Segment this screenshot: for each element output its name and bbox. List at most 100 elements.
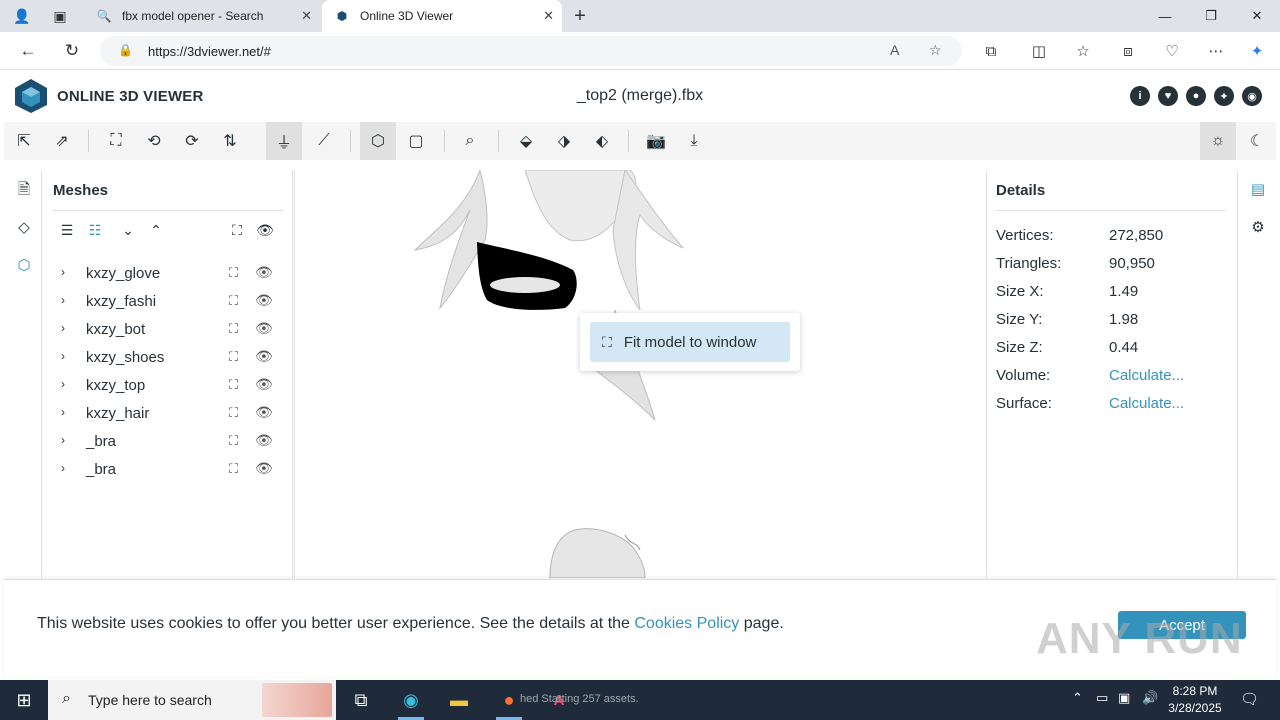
back-icon[interactable]: ← [14, 37, 42, 65]
close-tab-icon[interactable]: ✕ [301, 8, 312, 24]
mesh-item[interactable]: › kxzy_fashi ⛶ 👁 [43, 288, 293, 316]
export-icon[interactable]: ⤓ [678, 125, 710, 157]
notifications-icon[interactable]: 🗨 [1240, 690, 1259, 708]
split-screen-icon[interactable]: ◫ [1026, 38, 1052, 64]
url-field[interactable]: 🔒 https://3dviewer.net/# A ☆ [100, 36, 962, 66]
light-mode-icon[interactable]: ☼ [1200, 122, 1236, 160]
fit-to-window-icon[interactable]: ⛶ [100, 125, 132, 157]
tray-chevron-icon[interactable]: ⌃ [1072, 690, 1083, 706]
details-icon[interactable]: ▤ [1247, 178, 1269, 200]
fit-mesh-icon[interactable]: ⛶ [229, 433, 238, 449]
align-up-icon[interactable]: ⟲ [138, 125, 170, 157]
visibility-eye-icon[interactable]: 👁 [255, 264, 273, 281]
tab-3dviewer[interactable]: ⬢ Online 3D Viewer ✕ [322, 0, 562, 32]
heart-icon[interactable]: ♥ [1158, 86, 1178, 106]
visibility-eye-icon[interactable]: 👁 [255, 432, 273, 449]
extensions-icon[interactable]: ⧉ [978, 38, 1004, 64]
fit-mesh-icon[interactable]: ⛶ [229, 293, 238, 309]
edges-icon[interactable]: ⌕ [454, 125, 486, 157]
tab-actions-icon[interactable]: ▣ [46, 4, 74, 28]
windows-start-icon[interactable]: ⊞ [0, 680, 48, 720]
calculate-volume-link[interactable]: Calculate... [1109, 367, 1184, 384]
tree-view-icon[interactable]: ☷ [85, 220, 105, 240]
tray-device-icon[interactable]: ▭ [1096, 690, 1108, 706]
edge-icon[interactable]: ◉ [388, 680, 434, 720]
browser-essentials-icon[interactable]: ♡ [1159, 38, 1185, 64]
fit-mesh-icon[interactable]: ⛶ [229, 349, 238, 365]
visibility-eye-icon[interactable]: 👁 [255, 404, 273, 421]
chevron-right-icon[interactable]: › [61, 293, 65, 307]
twitter-icon[interactable]: ✦ [1214, 86, 1234, 106]
calculate-surface-link[interactable]: Calculate... [1109, 395, 1184, 412]
mesh-item[interactable]: › kxzy_bot ⛶ 👁 [43, 316, 293, 344]
fit-mesh-icon[interactable]: ⛶ [229, 377, 238, 393]
github-icon[interactable]: ◉ [1242, 86, 1262, 106]
meshes-icon[interactable]: ⬡ [13, 254, 35, 276]
flat-list-icon[interactable]: ☰ [57, 220, 77, 240]
network-icon[interactable]: ▣ [1118, 690, 1130, 706]
fit-mesh-icon[interactable]: ⛶ [229, 405, 238, 421]
visibility-eye-icon[interactable]: 👁 [255, 460, 273, 477]
chevron-right-icon[interactable]: › [61, 349, 65, 363]
open-url-icon[interactable]: ⇗ [46, 125, 78, 157]
profile-icon[interactable]: 👤 [8, 4, 36, 28]
taskbar-clock[interactable]: 8:28 PM 3/28/2025 [1163, 683, 1227, 717]
mesh-item[interactable]: › kxzy_shoes ⛶ 👁 [43, 344, 293, 372]
fixed-up-vector-icon[interactable]: ⏚ [266, 122, 302, 160]
dark-mode-icon[interactable]: ☾ [1241, 125, 1273, 157]
fit-mesh-icon[interactable]: ⛶ [229, 265, 238, 281]
chevron-right-icon[interactable]: › [61, 461, 65, 475]
visibility-eye-icon[interactable]: 👁 [255, 292, 273, 309]
show-all-icon[interactable]: 👁 [255, 220, 275, 240]
chevron-right-icon[interactable]: › [61, 321, 65, 335]
mesh-item[interactable]: › _bra ⛶ 👁 [43, 456, 293, 484]
explode-icon[interactable]: ⬖ [586, 125, 618, 157]
fix-up-icon[interactable]: ⇅ [214, 125, 246, 157]
new-tab-button[interactable]: + [566, 4, 594, 28]
flip-up-icon[interactable]: ⟳ [176, 125, 208, 157]
settings-gear-icon[interactable]: ⚙ [1247, 216, 1269, 238]
snapshot-icon[interactable]: 📷 [640, 125, 672, 157]
favorite-star-icon[interactable]: ☆ [929, 42, 942, 59]
close-tab-icon[interactable]: ✕ [543, 8, 554, 24]
taskbar-search-field[interactable]: ⌕ Type here to search [48, 680, 336, 720]
copilot-icon[interactable]: ✦ [1244, 38, 1270, 64]
chevron-right-icon[interactable]: › [61, 433, 65, 447]
close-window-button[interactable]: ✕ [1234, 0, 1280, 32]
file-explorer-icon[interactable]: ▬ [436, 680, 482, 720]
perspective-camera-icon[interactable]: ⬡ [360, 122, 396, 160]
collections-icon[interactable]: ⧈ [1115, 38, 1141, 64]
files-icon[interactable]: 🗎 [13, 180, 35, 202]
mesh-item[interactable]: › kxzy_top ⛶ 👁 [43, 372, 293, 400]
volume-icon[interactable]: 🔊 [1142, 690, 1158, 706]
model-render[interactable] [295, 170, 984, 578]
chevron-right-icon[interactable]: › [61, 377, 65, 391]
orthographic-camera-icon[interactable]: ▢ [400, 125, 432, 157]
cross-section-icon[interactable]: ⬗ [548, 125, 580, 157]
free-orbit-icon[interactable]: ⟋ [308, 125, 340, 157]
materials-icon[interactable]: ◇ [13, 216, 35, 238]
visibility-eye-icon[interactable]: 👁 [255, 320, 273, 337]
fit-all-icon[interactable]: ⛶ [227, 220, 247, 240]
cookies-policy-link[interactable]: Cookies Policy [634, 615, 739, 632]
visibility-eye-icon[interactable]: 👁 [255, 348, 273, 365]
info-icon[interactable]: i [1130, 86, 1150, 106]
mesh-item[interactable]: › _bra ⛶ 👁 [43, 428, 293, 456]
3d-viewport[interactable]: ⛶ Fit model to window [294, 170, 984, 578]
fit-mesh-icon[interactable]: ⛶ [229, 461, 238, 477]
open-file-icon[interactable]: ⇱ [8, 125, 40, 157]
more-menu-icon[interactable]: ⋯ [1203, 38, 1229, 64]
minimize-button[interactable]: — [1142, 0, 1188, 32]
chevron-right-icon[interactable]: › [61, 265, 65, 279]
measure-icon[interactable]: ⬙ [510, 125, 542, 157]
tab-search[interactable]: 🔍 fbx model opener - Search ✕ [84, 0, 320, 32]
favorites-icon[interactable]: ☆ [1070, 38, 1096, 64]
mesh-item[interactable]: › kxzy_hair ⛶ 👁 [43, 400, 293, 428]
mesh-item[interactable]: › kxzy_glove ⛶ 👁 [43, 260, 293, 288]
visibility-eye-icon[interactable]: 👁 [255, 376, 273, 393]
fit-model-button[interactable]: ⛶ Fit model to window [590, 322, 790, 362]
fit-mesh-icon[interactable]: ⛶ [229, 321, 238, 337]
maximize-button[interactable]: ❐ [1188, 0, 1234, 32]
discord-icon[interactable]: ● [1186, 86, 1206, 106]
chevron-right-icon[interactable]: › [61, 405, 65, 419]
